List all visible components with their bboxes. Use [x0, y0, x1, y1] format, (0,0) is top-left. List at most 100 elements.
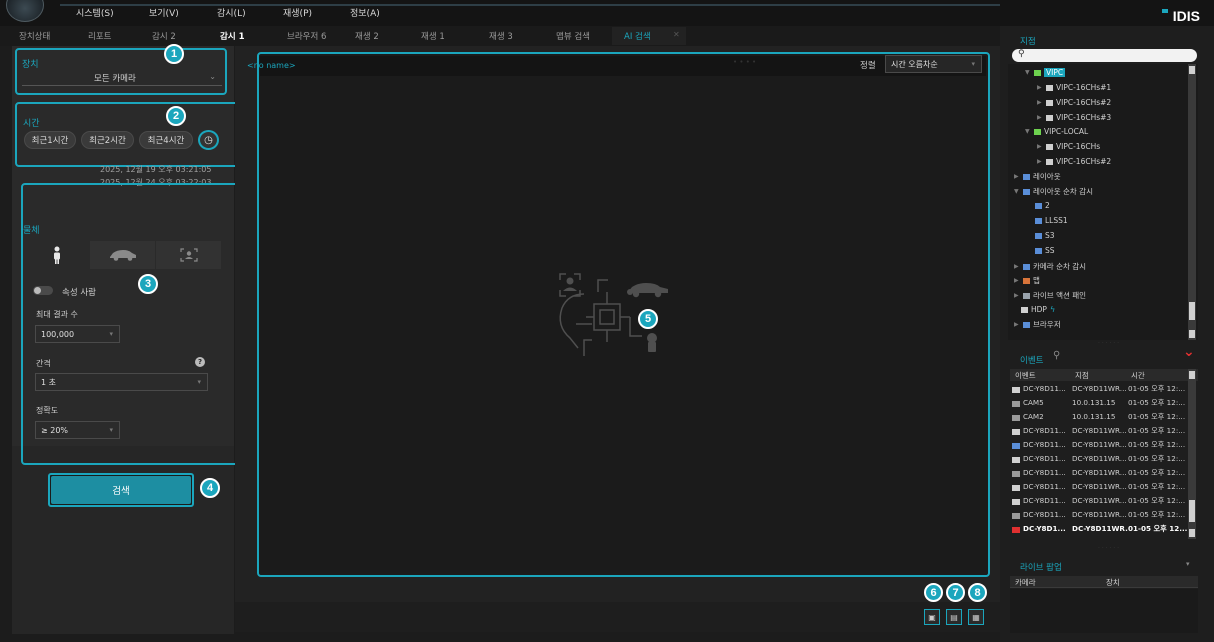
callout-badge-7: 7 — [946, 583, 965, 602]
menu-playback[interactable]: 재생(P) — [283, 6, 312, 19]
event-col-event[interactable]: 이벤트 — [1015, 370, 1036, 381]
scroll-down-arrow[interactable] — [1189, 330, 1195, 338]
clock-icon: ◷ — [204, 134, 213, 146]
time-range-start: 2025, 12월 19 오후 03:21:05 — [100, 165, 212, 174]
tab-playback-3[interactable]: 재생 3 — [489, 30, 513, 42]
export-button[interactable]: ▣ — [924, 609, 940, 625]
export-icon: ▣ — [928, 612, 936, 622]
tree-item-browser[interactable]: ▶ 브라우저 — [1014, 319, 1061, 330]
tree-item-seq-llss1[interactable]: LLSS1 — [1035, 216, 1068, 225]
tab-close-icon[interactable]: ✕ — [673, 30, 680, 39]
list-view-button[interactable]: ▤ — [946, 609, 962, 625]
browser-icon — [1023, 321, 1030, 328]
attribute-label: 속성 사람 — [62, 288, 96, 298]
sort-select[interactable]: 시간 오름차순 ▾ — [885, 55, 982, 73]
help-icon[interactable]: ? — [195, 357, 205, 367]
event-row[interactable]: DC-Y8D11... DC-Y8D11WR... 01-05 오후 12:... — [1012, 438, 1187, 451]
tree-item-map[interactable]: ▶ 맵 — [1014, 275, 1040, 286]
tree-item-vipc-16chs[interactable]: ▶ VIPC-16CHs — [1037, 142, 1100, 151]
tree-item-vipc-local[interactable]: ▼ VIPC-LOCAL — [1025, 127, 1088, 136]
scroll-up-arrow[interactable] — [1189, 371, 1195, 379]
chevron-down-icon: ⌄ — [209, 72, 216, 81]
layout-icon — [1035, 247, 1042, 254]
menu-system[interactable]: 시스템(S) — [76, 6, 114, 19]
menu-info[interactable]: 정보(A) — [350, 6, 380, 19]
tab-device-status[interactable]: 장치상태 — [19, 30, 50, 42]
tree-item-vipc[interactable]: ▼ VIPC — [1025, 68, 1066, 77]
hdp-icon — [1021, 306, 1028, 313]
tree-item-hdp[interactable]: HDP ϟ — [1021, 305, 1055, 314]
scroll-down-arrow[interactable] — [1189, 529, 1195, 537]
tab-live-1[interactable]: 감시 1 — [220, 30, 245, 42]
search-button[interactable]: 검색 — [51, 476, 191, 504]
tab-playback-1[interactable]: 재생 1 — [421, 30, 445, 42]
object-tab-vehicle[interactable] — [90, 241, 155, 269]
brand-mark-icon — [1162, 9, 1168, 13]
live-popup-col-device[interactable]: 장치 — [1106, 577, 1120, 588]
site-search-input[interactable]: ⚲ — [1012, 49, 1197, 62]
site-panel-title: 지점 — [1020, 37, 1036, 47]
tree-item-vipc-16chs-2b[interactable]: ▶ VIPC-16CHs#2 — [1037, 157, 1111, 166]
event-row[interactable]: DC-Y8D11... DC-Y8D11WR... 01-05 오후 12:... — [1012, 382, 1187, 395]
chip-last-4h[interactable]: 최근4시간 — [139, 131, 193, 149]
scroll-up-arrow[interactable] — [1189, 66, 1195, 74]
tree-item-vipc-16chs-2[interactable]: ▶ VIPC-16CHs#2 — [1037, 98, 1111, 107]
tab-map-search[interactable]: 맵뷰 검색 — [556, 30, 590, 42]
menu-live[interactable]: 감시(L) — [217, 6, 246, 19]
tree-item-layout[interactable]: ▶ 레이아웃 — [1014, 171, 1061, 182]
event-row[interactable]: DC-Y8D11... DC-Y8D11WR... 01-05 오후 12:... — [1012, 494, 1187, 507]
event-col-site[interactable]: 지점 — [1075, 370, 1089, 381]
event-row[interactable]: DC-Y8D1... DC-Y8D11WR... 01-05 오후 12... — [1012, 522, 1187, 535]
accuracy-select[interactable]: ≥ 20% ▾ — [35, 421, 120, 439]
chip-last-2h[interactable]: 최근2시간 — [81, 131, 134, 149]
max-results-select[interactable]: 100,000 ▾ — [35, 325, 120, 343]
tab-ai-search[interactable]: AI 검색 — [624, 30, 651, 42]
tree-item-live-action[interactable]: ▶ 라이브 액션 패인 — [1014, 290, 1086, 301]
event-row[interactable]: DC-Y8D11... DC-Y8D11WR... 01-05 오후 12:... — [1012, 508, 1187, 521]
grid-view-button[interactable]: ▦ — [968, 609, 984, 625]
event-icon — [1012, 387, 1020, 393]
event-scroll-thumb[interactable] — [1189, 500, 1195, 522]
event-search-icon[interactable]: ⚲ — [1053, 350, 1060, 361]
event-row[interactable]: DC-Y8D11... DC-Y8D11WR... 01-05 오후 12:... — [1012, 424, 1187, 437]
layout-icon — [1035, 202, 1042, 209]
tab-browser-6[interactable]: 브라우저 6 — [287, 30, 326, 42]
event-row[interactable]: DC-Y8D11... DC-Y8D11WR... 01-05 오후 12:... — [1012, 466, 1187, 479]
tree-item-seq-s3[interactable]: S3 — [1035, 231, 1055, 240]
site-tree-scrollbar[interactable] — [1188, 64, 1196, 340]
attribute-toggle[interactable] — [33, 286, 53, 295]
event-row[interactable]: CAM5 10.0.131.15 01-05 오후 12:... — [1012, 396, 1187, 409]
interval-value: 1 초 — [41, 377, 56, 387]
event-row[interactable]: CAM2 10.0.131.15 01-05 오후 12:... — [1012, 410, 1187, 423]
accuracy-label: 정확도 — [36, 406, 59, 415]
site-icon — [1034, 69, 1041, 76]
layout-icon — [1023, 173, 1030, 180]
splitter-dots[interactable]: · · · · · · — [1098, 340, 1119, 347]
splitter-dots[interactable]: · · · · · · — [1098, 545, 1119, 552]
event-col-time[interactable]: 시간 — [1131, 370, 1145, 381]
tree-item-seq-ss[interactable]: SS — [1035, 246, 1055, 255]
interval-select[interactable]: 1 초 ▾ — [35, 373, 208, 391]
event-row[interactable]: DC-Y8D11... DC-Y8D11WR... 01-05 오후 12:... — [1012, 452, 1187, 465]
object-tab-person[interactable] — [24, 241, 89, 269]
object-tab-face[interactable] — [156, 241, 221, 269]
event-collapse-icon[interactable]: ⌄ — [1183, 344, 1195, 360]
site-icon — [1034, 128, 1041, 135]
tree-item-seq-2[interactable]: 2 — [1035, 201, 1050, 210]
live-popup-collapse-icon[interactable]: ▾ — [1186, 560, 1190, 568]
tree-item-camera-sequence[interactable]: ▶ 카메라 순차 감시 — [1014, 261, 1086, 272]
site-tree-scroll-thumb[interactable] — [1189, 302, 1195, 320]
chip-last-1h[interactable]: 최근1시간 — [24, 131, 76, 149]
menu-view[interactable]: 보기(V) — [149, 6, 179, 19]
live-popup-col-camera[interactable]: 카메라 — [1015, 577, 1036, 588]
tree-item-vipc-16chs-1[interactable]: ▶ VIPC-16CHs#1 — [1037, 83, 1111, 92]
tree-item-layout-sequence[interactable]: ▼ 레이아웃 순차 감시 — [1014, 186, 1093, 197]
tree-item-vipc-16chs-3[interactable]: ▶ VIPC-16CHs#3 — [1037, 113, 1111, 122]
accuracy-value: ≥ 20% — [41, 425, 69, 435]
tab-report[interactable]: 리포트 — [88, 30, 111, 42]
device-select[interactable]: 모든 카메라 ⌄ — [22, 68, 222, 86]
custom-time-button[interactable]: ◷ — [198, 130, 219, 150]
tab-playback-2[interactable]: 재생 2 — [355, 30, 379, 42]
event-row[interactable]: DC-Y8D11... DC-Y8D11WR... 01-05 오후 12:... — [1012, 480, 1187, 493]
tab-live-2[interactable]: 감시 2 — [152, 30, 176, 42]
